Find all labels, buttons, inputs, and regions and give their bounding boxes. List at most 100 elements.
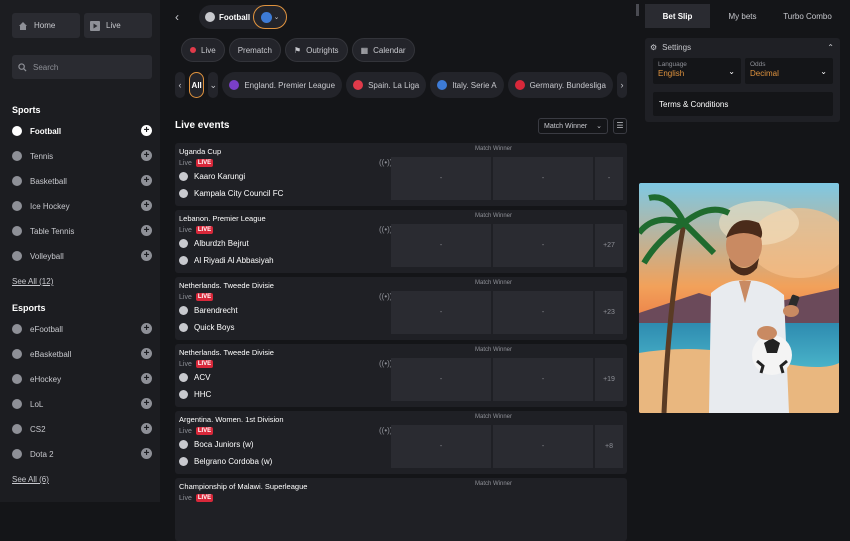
add-icon[interactable]: + (141, 125, 152, 136)
esports-see-all-link[interactable]: See All (6) (12, 475, 49, 484)
event-league: Uganda Cup (179, 147, 222, 156)
live-button[interactable]: Live (84, 13, 152, 38)
sidebar-item-ehockey[interactable]: eHockey + (12, 370, 152, 388)
language-select[interactable]: Language English ⌄ (653, 58, 741, 84)
terms-link[interactable]: Terms & Conditions (653, 92, 833, 116)
sidebar-item-cs2[interactable]: CS2 + (12, 420, 152, 438)
tab-my-bets[interactable]: My bets (710, 4, 775, 28)
live-text: Live (179, 427, 192, 435)
chevron-down-icon: ⌄ (273, 14, 280, 21)
more-markets-button[interactable]: +19 (595, 358, 623, 401)
add-icon[interactable]: + (141, 373, 152, 384)
back-chevron-icon[interactable]: ‹ (175, 10, 179, 24)
tab-bet-slip[interactable]: Bet Slip (645, 4, 710, 28)
event-card[interactable]: Lebanon. Premier League Match Winner Live L… (175, 210, 627, 273)
sidebar-item-ice-hockey[interactable]: Ice Hockey + (12, 197, 152, 215)
team-name-row: Barendrecht (179, 306, 238, 315)
add-icon[interactable]: + (141, 200, 152, 211)
odds-button[interactable]: - (493, 291, 593, 334)
add-icon[interactable]: + (141, 448, 152, 459)
odds-button[interactable]: - (391, 157, 491, 200)
live-indicator: Live LIVE (179, 494, 214, 502)
sports-see-all-link[interactable]: See All (12) (12, 277, 53, 286)
sidebar-item-dota-2[interactable]: Dota 2 + (12, 445, 152, 463)
live-text: Live (179, 226, 192, 234)
league-chip[interactable]: England. Premier League (222, 72, 343, 98)
league-flag-icon (514, 80, 525, 90)
add-icon[interactable]: + (141, 225, 152, 236)
team-name: Kampala City Council FC (194, 189, 284, 198)
team-logo-icon (179, 306, 188, 315)
sidebar-item-football[interactable]: Football + (12, 122, 152, 140)
odds-button[interactable]: - (391, 425, 491, 468)
home-button[interactable]: Home (12, 13, 80, 38)
event-card[interactable]: Netherlands. Tweede Divisie Match Winner L… (175, 277, 627, 340)
sidebar-item-efootball[interactable]: eFootball + (12, 320, 152, 338)
add-icon[interactable]: + (141, 150, 152, 161)
settings-header[interactable]: ⚙ Settings (650, 43, 835, 52)
search-input[interactable]: Search (12, 55, 152, 79)
more-markets-button[interactable]: +8 (595, 425, 623, 468)
sidebar-item-ebasketball[interactable]: eBasketball + (12, 345, 152, 363)
league-chip[interactable]: Spain. La Liga (346, 72, 427, 98)
filter-calendar[interactable]: ▦ Calendar (351, 38, 415, 62)
event-card[interactable]: Netherlands. Tweede Divisie Match Winner L… (175, 344, 627, 407)
flag-icon: ⚑ (293, 45, 302, 55)
tab-turbo-combo[interactable]: Turbo Combo (775, 4, 840, 28)
filter-calendar-label: Calendar (373, 45, 406, 55)
carousel-next-button[interactable]: › (616, 72, 628, 98)
event-card[interactable]: Argentina. Women. 1st Division Match Winn… (175, 411, 627, 474)
list-view-icon[interactable]: ☰ (613, 118, 627, 134)
home-icon (19, 21, 27, 30)
odds-button[interactable]: - (391, 358, 491, 401)
odds-button[interactable]: - (493, 425, 593, 468)
add-icon[interactable]: + (141, 423, 152, 434)
tennis-icon (12, 151, 22, 161)
region-selector[interactable]: ⌄ (253, 5, 287, 29)
live-text: Live (179, 360, 192, 368)
league-all-chip[interactable]: All (189, 72, 205, 98)
event-card[interactable]: Championship of Malawi. Superleague Match… (175, 478, 627, 541)
play-icon (90, 20, 100, 31)
league-chip[interactable]: Germany. Bundesliga (507, 72, 613, 98)
sidebar-item-table-tennis[interactable]: Table Tennis + (12, 222, 152, 240)
odds-button[interactable]: - (391, 224, 491, 267)
league-flag-icon (437, 80, 448, 90)
scrollbar[interactable] (636, 4, 639, 16)
live-indicator: Live LIVE (179, 293, 214, 301)
filter-prematch-label: Prematch (237, 45, 272, 55)
chevron-up-icon[interactable]: ⌃ (827, 43, 834, 52)
more-markets-button[interactable]: - (595, 157, 623, 200)
sidebar-item-volleyball[interactable]: Volleyball + (12, 247, 152, 265)
team-name-row: Belgrano Cordoba (w) (179, 457, 272, 466)
odds-button[interactable]: - (493, 157, 593, 200)
event-card[interactable]: Uganda Cup Match Winner Live LIVE Kaaro Karu… (175, 143, 627, 206)
odds-button[interactable]: - (391, 291, 491, 334)
odds-button[interactable]: - (493, 358, 593, 401)
odds-select[interactable]: Odds Decimal ⌄ (745, 58, 833, 84)
team-logo-icon (179, 373, 188, 382)
market-select[interactable]: Match Winner ⌄ (538, 118, 608, 134)
promo-banner[interactable] (639, 183, 839, 413)
league-dropdown-button[interactable]: ⌄ (208, 72, 219, 98)
more-markets-button[interactable]: +27 (595, 224, 623, 267)
live-events-title: Live events (175, 120, 230, 131)
filter-live[interactable]: Live (181, 38, 225, 62)
filter-prematch[interactable]: Prematch (228, 38, 281, 62)
add-icon[interactable]: + (141, 398, 152, 409)
odds-button[interactable]: - (493, 224, 593, 267)
add-icon[interactable]: + (141, 250, 152, 261)
sidebar-item-tennis[interactable]: Tennis + (12, 147, 152, 165)
league-chip[interactable]: Italy. Serie A (430, 72, 504, 98)
carousel-prev-button[interactable]: ‹ (175, 72, 186, 98)
globe-icon (260, 11, 272, 23)
add-icon[interactable]: + (141, 323, 152, 334)
add-icon[interactable]: + (141, 348, 152, 359)
filter-outrights[interactable]: ⚑ Outrights (284, 38, 348, 62)
sidebar-item-basketball[interactable]: Basketball + (12, 172, 152, 190)
sidebar-item-lol[interactable]: LoL + (12, 395, 152, 413)
live-badge: LIVE (195, 360, 214, 368)
add-icon[interactable]: + (141, 175, 152, 186)
sidebar-item-label: LoL (30, 399, 44, 409)
more-markets-button[interactable]: +23 (595, 291, 623, 334)
